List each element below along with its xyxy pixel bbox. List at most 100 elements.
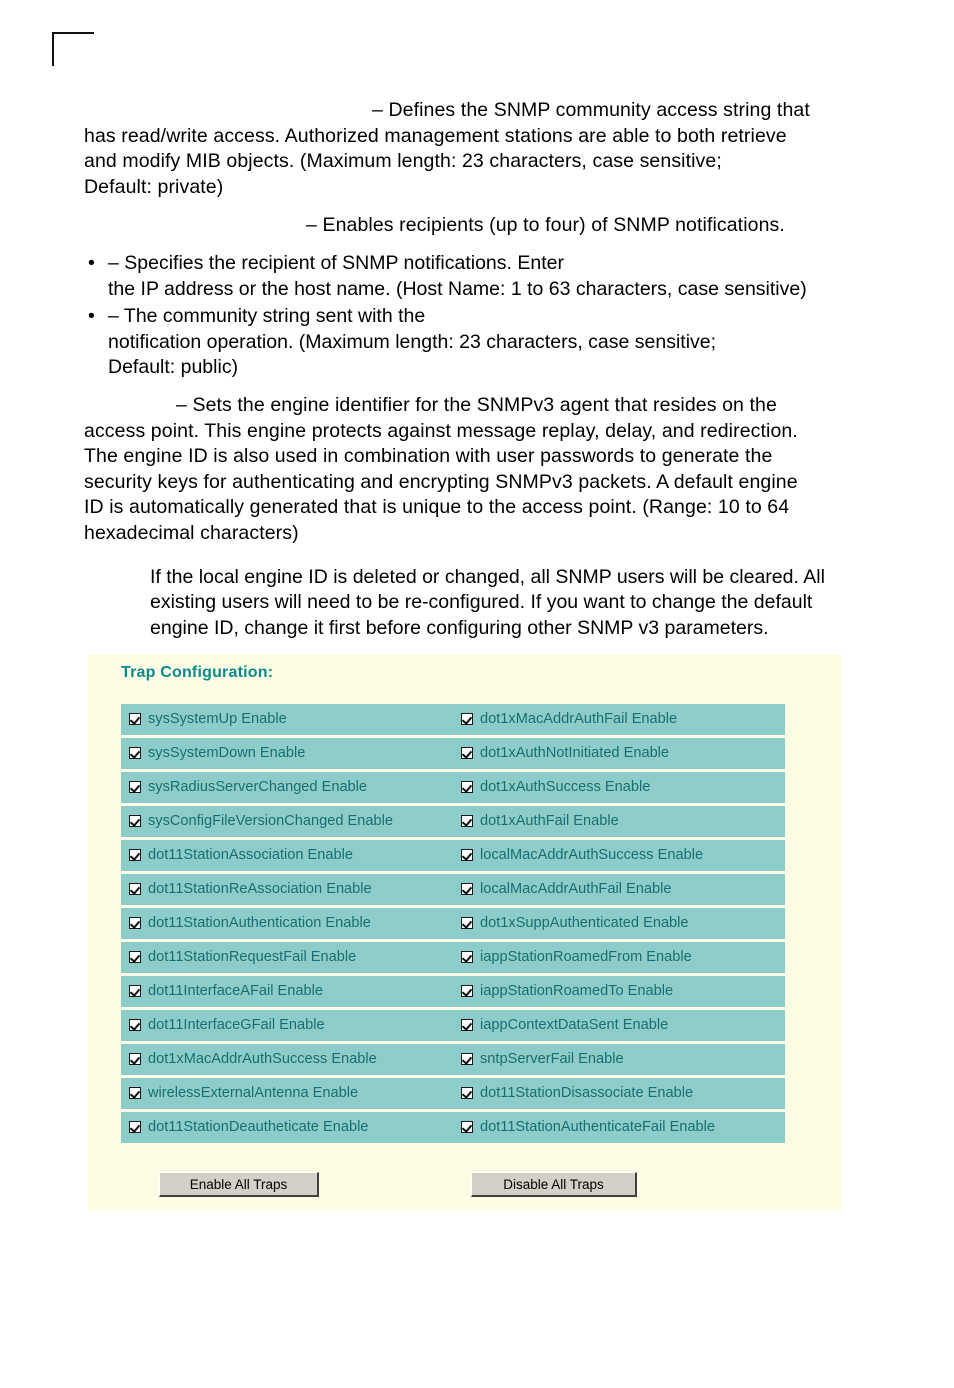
table-row: dot11InterfaceGFail Enable iappContextDat…	[121, 1010, 785, 1041]
trap-cell-right[interactable]: iappStationRoamedTo Enable	[453, 976, 785, 1007]
bullet-item-community-string: • – The community string sent with the n…	[84, 304, 874, 381]
trap-label: localMacAddrAuthSuccess Enable	[480, 847, 704, 863]
trap-cell-left[interactable]: sysSystemUp Enable	[121, 704, 453, 735]
trap-cell-content: iappStationRoamedTo Enable	[461, 982, 779, 1001]
trap-cell-left[interactable]: wirelessExternalAntenna Enable	[121, 1078, 453, 1109]
trap-cell-left[interactable]: dot11InterfaceAFail Enable	[121, 976, 453, 1007]
paragraph-engine-id-line4: security keys for authenticating and enc…	[84, 470, 798, 493]
table-row: sysSystemDown Enable dot1xAuthNotInitiate…	[121, 738, 785, 769]
bullet-marker-icon: •	[88, 251, 95, 274]
trap-cell-left[interactable]: sysConfigFileVersionChanged Enable	[121, 806, 453, 837]
note-line2: existing users will need to be re-config…	[150, 591, 813, 614]
trap-cell-left[interactable]: sysRadiusServerChanged Enable	[121, 772, 453, 803]
checkbox-checked-icon[interactable]	[129, 815, 141, 827]
trap-label: sysRadiusServerChanged Enable	[148, 779, 368, 795]
trap-cell-left[interactable]: dot11StationReAssociation Enable	[121, 874, 453, 905]
checkbox-checked-icon[interactable]	[461, 1053, 473, 1065]
checkbox-checked-icon[interactable]	[461, 1121, 473, 1133]
trap-configuration-table: sysSystemUp Enable dot1xMacAddrAuthFail E…	[121, 701, 785, 1146]
trap-cell-content: dot1xAuthNotInitiated Enable	[461, 744, 779, 763]
paragraph-rw-community-line2: has read/write access. Authorized manage…	[84, 124, 787, 147]
trap-cell-right[interactable]: dot1xMacAddrAuthFail Enable	[453, 704, 785, 735]
note-line3: engine ID, change it first before config…	[150, 616, 769, 639]
paragraph-engine-id-line3: The engine ID is also used in combinatio…	[84, 445, 773, 468]
checkbox-checked-icon[interactable]	[461, 713, 473, 725]
enable-all-traps-button[interactable]: Enable All Traps	[159, 1172, 319, 1197]
trap-label: sysSystemDown Enable	[148, 745, 306, 761]
trap-cell-content: dot11StationAuthenticateFail Enable	[461, 1118, 779, 1137]
paragraph-engine-id-line5: ID is automatically generated that is un…	[84, 496, 790, 519]
trap-label: dot1xMacAddrAuthFail Enable	[480, 711, 678, 727]
trap-label: sysSystemUp Enable	[148, 711, 287, 727]
trap-cell-left[interactable]: sysSystemDown Enable	[121, 738, 453, 769]
checkbox-checked-icon[interactable]	[461, 781, 473, 793]
trap-cell-content: sysSystemDown Enable	[129, 744, 447, 763]
checkbox-checked-icon[interactable]	[129, 1121, 141, 1133]
table-row: dot1xMacAddrAuthSuccess Enable sntpServer…	[121, 1044, 785, 1075]
checkbox-checked-icon[interactable]	[129, 883, 141, 895]
checkbox-checked-icon[interactable]	[461, 1087, 473, 1099]
disable-all-traps-button[interactable]: Disable All Traps	[471, 1172, 637, 1197]
trap-cell-right[interactable]: dot1xAuthNotInitiated Enable	[453, 738, 785, 769]
bullet-marker-icon-2: •	[88, 305, 95, 328]
note-block: If the local engine ID is deleted or cha…	[150, 565, 850, 642]
trap-label: dot1xAuthFail Enable	[480, 813, 619, 829]
checkbox-checked-icon[interactable]	[129, 781, 141, 793]
trap-label: iappStationRoamedFrom Enable	[480, 949, 692, 965]
trap-label: dot11StationAssociation Enable	[148, 847, 353, 863]
checkbox-checked-icon[interactable]	[129, 951, 141, 963]
trap-cell-content: dot1xSuppAuthenticated Enable	[461, 914, 779, 933]
page-crop-mark	[52, 32, 94, 66]
trap-cell-right[interactable]: dot1xAuthSuccess Enable	[453, 772, 785, 803]
trap-buttons-row: Enable All Traps Disable All Traps	[121, 1172, 785, 1202]
trap-cell-right[interactable]: localMacAddrAuthSuccess Enable	[453, 840, 785, 871]
trap-cell-left[interactable]: dot11StationDeautheticate Enable	[121, 1112, 453, 1143]
trap-cell-left[interactable]: dot11StationAuthentication Enable	[121, 908, 453, 939]
trap-cell-right[interactable]: localMacAddrAuthFail Enable	[453, 874, 785, 905]
checkbox-checked-icon[interactable]	[461, 917, 473, 929]
document-body: – Defines the SNMP community access stri…	[84, 98, 874, 641]
checkbox-checked-icon[interactable]	[461, 985, 473, 997]
checkbox-checked-icon[interactable]	[129, 917, 141, 929]
trap-cell-right[interactable]: iappStationRoamedFrom Enable	[453, 942, 785, 973]
trap-cell-content: localMacAddrAuthFail Enable	[461, 880, 779, 899]
trap-cell-content: dot11StationReAssociation Enable	[129, 880, 447, 899]
checkbox-checked-icon[interactable]	[461, 815, 473, 827]
trap-cell-right[interactable]: sntpServerFail Enable	[453, 1044, 785, 1075]
checkbox-checked-icon[interactable]	[461, 883, 473, 895]
trap-cell-left[interactable]: dot1xMacAddrAuthSuccess Enable	[121, 1044, 453, 1075]
trap-label: iappStationRoamedTo Enable	[480, 983, 674, 999]
checkbox-checked-icon[interactable]	[129, 713, 141, 725]
checkbox-checked-icon[interactable]	[461, 849, 473, 861]
checkbox-checked-icon[interactable]	[129, 1053, 141, 1065]
checkbox-checked-icon[interactable]	[461, 951, 473, 963]
checkbox-checked-icon[interactable]	[461, 1019, 473, 1031]
trap-cell-content: dot11StationAssociation Enable	[129, 846, 447, 865]
trap-cell-content: dot1xMacAddrAuthFail Enable	[461, 710, 779, 729]
paragraph-trap-destinations: – Enables recipients (up to four) of SNM…	[84, 213, 874, 239]
checkbox-checked-icon[interactable]	[129, 747, 141, 759]
trap-cell-right[interactable]: dot1xAuthFail Enable	[453, 806, 785, 837]
trap-label: dot11StationDisassociate Enable	[480, 1085, 694, 1101]
checkbox-checked-icon[interactable]	[129, 1019, 141, 1031]
trap-cell-right[interactable]: dot1xSuppAuthenticated Enable	[453, 908, 785, 939]
trap-cell-right[interactable]: dot11StationAuthenticateFail Enable	[453, 1112, 785, 1143]
trap-label: dot11StationRequestFail Enable	[148, 949, 357, 965]
trap-label: dot11StationAuthenticateFail Enable	[480, 1119, 716, 1135]
trap-cell-left[interactable]: dot11StationAssociation Enable	[121, 840, 453, 871]
paragraph-rw-community: – Defines the SNMP community access stri…	[84, 98, 874, 200]
checkbox-checked-icon[interactable]	[129, 985, 141, 997]
checkbox-checked-icon[interactable]	[129, 849, 141, 861]
table-row: dot11StationAssociation Enable localMacAd…	[121, 840, 785, 871]
checkbox-checked-icon[interactable]	[129, 1087, 141, 1099]
trap-cell-content: dot1xAuthFail Enable	[461, 812, 779, 831]
trap-label: localMacAddrAuthFail Enable	[480, 881, 672, 897]
trap-cell-left[interactable]: dot11StationRequestFail Enable	[121, 942, 453, 973]
checkbox-checked-icon[interactable]	[461, 747, 473, 759]
trap-cell-right[interactable]: iappContextDataSent Enable	[453, 1010, 785, 1041]
trap-cell-content: dot11InterfaceGFail Enable	[129, 1016, 447, 1035]
paragraph-engine-id-line6: hexadecimal characters)	[84, 521, 299, 544]
trap-cell-right[interactable]: dot11StationDisassociate Enable	[453, 1078, 785, 1109]
note-line1: If the local engine ID is deleted or cha…	[150, 565, 825, 588]
trap-cell-left[interactable]: dot11InterfaceGFail Enable	[121, 1010, 453, 1041]
